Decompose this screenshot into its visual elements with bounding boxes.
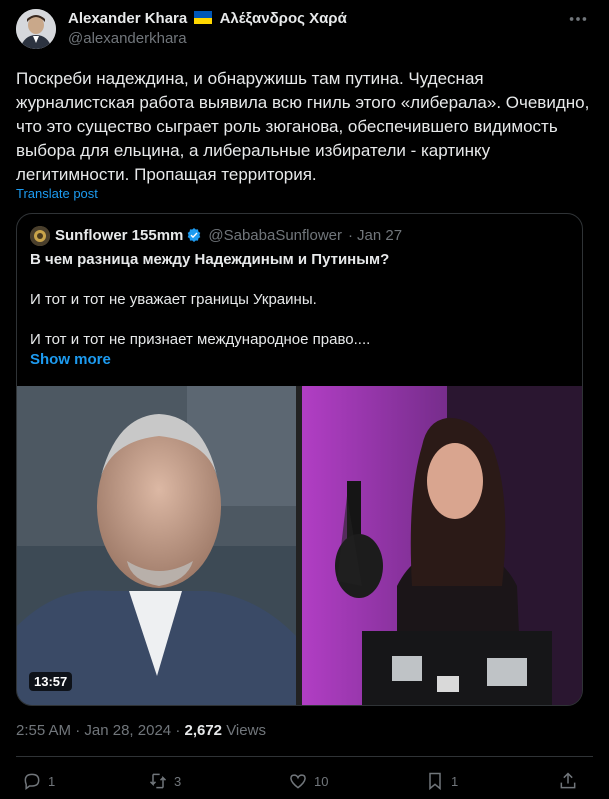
tweet-time[interactable]: 2:55 AM (16, 722, 71, 739)
more-options-icon[interactable] (567, 8, 589, 30)
like-count: 10 (314, 773, 329, 789)
quote-dot: · (348, 227, 354, 244)
quote-date[interactable]: Jan 27 (357, 227, 402, 244)
tweet-meta: 2:55 AM · Jan 28, 2024 · 2,672 Views (16, 722, 266, 739)
tweet-text: Поскреби надеждина, и обнаружишь там пут… (16, 67, 596, 187)
share-icon (560, 772, 576, 789)
verified-badge-icon (188, 228, 201, 242)
tweet-date[interactable]: Jan 28, 2024 (84, 722, 171, 739)
tweet-line: Поскреби надеждина, и обнаружишь там пут… (16, 69, 484, 88)
repost-icon (149, 773, 167, 789)
video-player[interactable]: 13:57 (17, 386, 582, 705)
tweet-line: выбора для ельцина, а либеральные избира… (16, 141, 491, 160)
views-count: 2,672 (184, 722, 223, 739)
author-avatar[interactable] (16, 9, 56, 49)
reply-button[interactable]: 1 (22, 767, 55, 795)
quote-author-avatar[interactable] (30, 226, 50, 246)
quote-line: И тот и тот не признает международное пр… (30, 331, 371, 348)
reply-icon (24, 773, 40, 790)
like-button[interactable]: 10 (288, 767, 328, 795)
tweet-line: журналистская работа выявила всю гниль э… (16, 93, 590, 112)
video-thumbnail (17, 386, 582, 705)
quote-author-handle[interactable]: @SababaSunflower (208, 227, 342, 244)
action-bar: 1 3 10 1 (0, 767, 609, 795)
translate-post-link[interactable]: Translate post (16, 186, 98, 201)
meta-dot: · (75, 722, 85, 739)
heart-icon (290, 774, 306, 789)
author-handle[interactable]: @alexanderkhara (68, 30, 187, 47)
bookmark-button[interactable]: 1 (425, 767, 458, 795)
quote-line: И тот и тот не уважает границы Украины. (30, 291, 317, 308)
author-name[interactable]: Alexander Khara Αλέξανδρος Χαρά (68, 10, 347, 27)
reply-count: 1 (48, 773, 56, 789)
bookmark-count: 1 (451, 773, 459, 789)
show-more-link[interactable]: Show more (30, 351, 111, 368)
ukraine-flag-icon (194, 11, 213, 24)
tweet-line: легитимности. Пропащая территория. (16, 165, 317, 184)
views-label: Views (226, 722, 266, 739)
divider (16, 756, 593, 757)
quoted-tweet[interactable]: Sunflower 155mm @SababaSunflower · Jan 27 В… (16, 213, 583, 706)
share-button[interactable] (558, 767, 578, 795)
quote-author-name[interactable]: Sunflower 155mm (55, 227, 183, 244)
quote-line: В чем разница между Надеждиным и Путиным… (30, 251, 390, 268)
quote-author[interactable]: Sunflower 155mm @SababaSunflower · Jan 27 (55, 227, 402, 244)
video-duration: 13:57 (29, 672, 73, 691)
tweet-line: что это существо сыграет роль зюганова, … (16, 117, 558, 136)
repost-button[interactable]: 3 (148, 767, 181, 795)
repost-count: 3 (174, 773, 182, 789)
bookmark-icon (429, 772, 441, 791)
